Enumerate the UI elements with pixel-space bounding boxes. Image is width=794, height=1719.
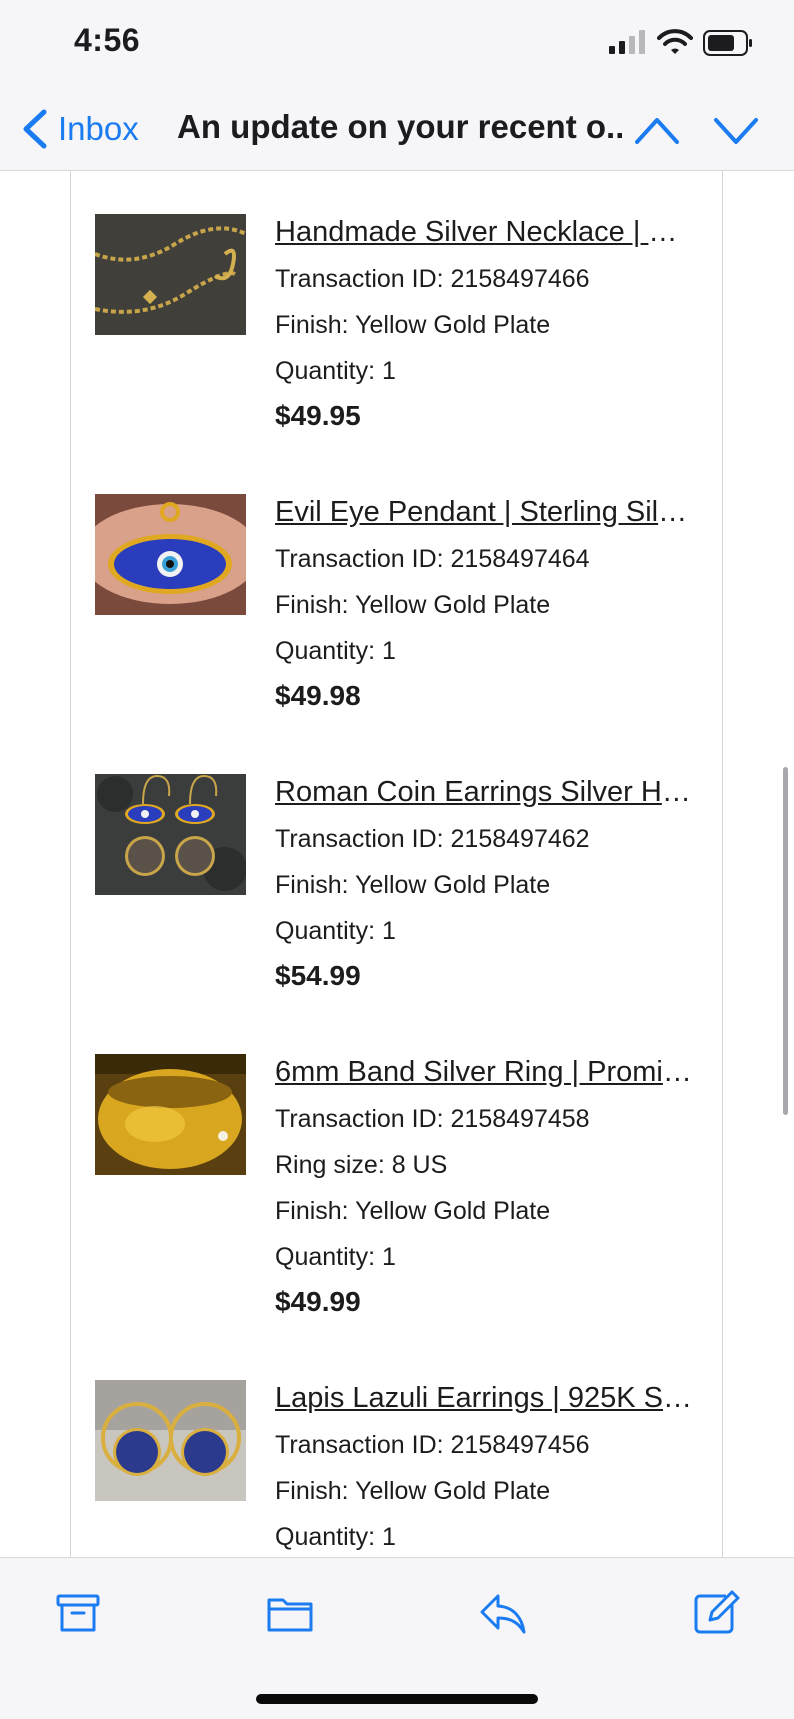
item-price: $49.98 [275, 680, 361, 711]
item-quantity: Quantity: 1 [275, 357, 396, 385]
cellular-signal-icon [609, 30, 645, 54]
archive-icon[interactable] [53, 1588, 103, 1638]
home-indicator[interactable] [256, 1694, 538, 1704]
item-title-link[interactable]: Roman Coin Earrings Silver Handmade [275, 774, 695, 810]
item-title-link[interactable]: Handmade Silver Necklace | Pure Gold Cha… [275, 214, 695, 250]
battery-icon [703, 30, 752, 56]
item-price: $54.99 [275, 960, 361, 991]
transaction-id: Transaction ID: 2158497458 [275, 1105, 590, 1133]
transaction-id: Transaction ID: 2158497462 [275, 825, 590, 853]
email-body[interactable]: Handmade Silver Necklace | Pure Gold Cha… [0, 171, 794, 1557]
compose-icon[interactable] [690, 1588, 740, 1638]
item-finish: Finish: Yellow Gold Plate [275, 591, 551, 619]
status-time: 4:56 [74, 22, 141, 58]
back-to-inbox-button[interactable]: Inbox [20, 106, 139, 152]
necklace-thumbnail[interactable] [95, 214, 246, 335]
message-subject: An update on your recent o... [177, 108, 622, 145]
wifi-icon [657, 29, 693, 54]
item-title-link[interactable]: Evil Eye Pendant | Sterling Silver Charm [275, 494, 695, 530]
item-finish: Finish: Yellow Gold Plate [275, 1197, 551, 1225]
item-quantity: Quantity: 1 [275, 917, 396, 945]
scroll-indicator[interactable] [783, 767, 788, 1115]
back-label: Inbox [58, 110, 139, 147]
card-border-left [70, 171, 71, 1557]
item-finish: Finish: Yellow Gold Plate [275, 1477, 551, 1505]
navigation-bar: Inbox An update on your recent o... [0, 88, 794, 171]
transaction-id: Transaction ID: 2158497466 [275, 265, 590, 293]
item-price: $49.99 [275, 1286, 361, 1317]
reply-icon[interactable] [478, 1588, 528, 1638]
item-finish: Finish: Yellow Gold Plate [275, 871, 551, 899]
next-message-chevron-down-icon[interactable] [712, 110, 760, 150]
previous-message-chevron-up-icon[interactable] [633, 110, 681, 150]
item-ring-size: Ring size: 8 US [275, 1151, 448, 1179]
transaction-id: Transaction ID: 2158497456 [275, 1431, 590, 1459]
item-title-link[interactable]: Lapis Lazuli Earrings | 925K Sterling Si… [275, 1380, 695, 1416]
item-title-link[interactable]: 6mm Band Silver Ring | Promise Band [275, 1054, 695, 1090]
item-quantity: Quantity: 1 [275, 637, 396, 665]
evil-eye-pendant-thumbnail[interactable] [95, 494, 246, 615]
chevron-left-icon [23, 109, 47, 149]
item-price: $49.95 [275, 400, 361, 431]
bottom-toolbar [0, 1557, 794, 1719]
item-quantity: Quantity: 1 [275, 1523, 396, 1551]
item-quantity: Quantity: 1 [275, 1243, 396, 1271]
status-bar: 4:56 [0, 0, 794, 88]
item-finish: Finish: Yellow Gold Plate [275, 311, 551, 339]
transaction-id: Transaction ID: 2158497464 [275, 545, 590, 573]
lapis-earrings-thumbnail[interactable] [95, 1380, 246, 1501]
folder-icon[interactable] [265, 1588, 315, 1638]
band-ring-thumbnail[interactable] [95, 1054, 246, 1175]
card-border-right [722, 171, 723, 1557]
roman-coin-earrings-thumbnail[interactable] [95, 774, 246, 895]
